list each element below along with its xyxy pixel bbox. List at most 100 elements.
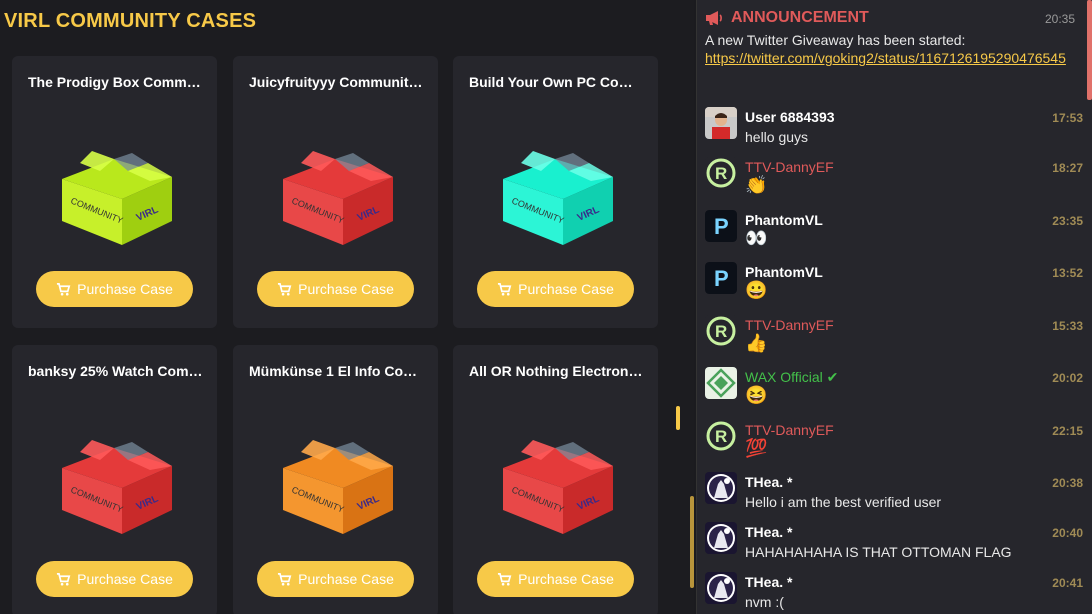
chat-message: THea. * 20:41 nvm :( <box>703 572 1083 614</box>
chat-username[interactable]: TTV-DannyEF <box>745 159 834 175</box>
case-title: Build Your Own PC Community Case <box>469 74 645 90</box>
chat-timestamp: 18:27 <box>1052 161 1083 175</box>
case-title: All OR Nothing Electronics Community Cas… <box>469 363 645 379</box>
avatar[interactable] <box>705 107 737 139</box>
cart-icon <box>277 572 292 587</box>
purchase-case-label: Purchase Case <box>298 571 394 587</box>
purchase-case-button[interactable]: Purchase Case <box>257 271 414 307</box>
purchase-case-label: Purchase Case <box>77 281 173 297</box>
chat-timestamp: 15:33 <box>1052 319 1083 333</box>
chat-message: THea. * 20:40 HAHAHAHAHA IS THAT OTTOMAN… <box>703 522 1083 570</box>
chat-message: R TTV-DannyEF 15:33 👍 <box>703 315 1083 363</box>
page-title: VIRL COMMUNITY CASES <box>4 10 257 32</box>
chat-timestamp: 17:53 <box>1052 111 1083 125</box>
chat-message: P PhantomVL 13:52 😀 <box>703 262 1083 310</box>
case-card[interactable]: banksy 25% Watch Community Case COMMUNIT… <box>12 345 217 614</box>
case-box-image: COMMUNITY VIRL <box>493 141 618 246</box>
case-card[interactable]: The Prodigy Box Community Case COMMUNITY… <box>12 56 217 328</box>
chat-text: HAHAHAHAHA IS THAT OTTOMAN FLAG <box>745 544 1012 560</box>
avatar[interactable]: P <box>705 210 737 242</box>
purchase-case-label: Purchase Case <box>77 571 173 587</box>
cart-icon <box>56 282 71 297</box>
avatar[interactable]: P <box>705 262 737 294</box>
announcement-link[interactable]: https://twitter.com/vgoking2/status/1167… <box>705 48 1085 68</box>
cart-icon <box>56 572 71 587</box>
chat-username[interactable]: TTV-DannyEF <box>745 317 834 333</box>
chat-username[interactable]: User 6884393 <box>745 109 835 125</box>
case-title: The Prodigy Box Community Case <box>28 74 204 90</box>
chat-username[interactable]: TTV-DannyEF <box>745 422 834 438</box>
chat-timestamp: 20:41 <box>1052 576 1083 590</box>
case-box-image: COMMUNITY VIRL <box>493 430 618 535</box>
avatar[interactable] <box>705 472 737 504</box>
chat-username[interactable]: THea. * <box>745 524 792 540</box>
case-title: Juicyfruityyy Community Case <box>249 74 425 90</box>
case-box-image: COMMUNITY VIRL <box>273 430 398 535</box>
page-scrollbar[interactable] <box>690 496 694 588</box>
chat-username[interactable]: WAX Official ✔ <box>745 369 838 386</box>
case-box-image: COMMUNITY VIRL <box>52 430 177 535</box>
purchase-case-button[interactable]: Purchase Case <box>477 271 634 307</box>
case-card[interactable]: Juicyfruityyy Community Case COMMUNITY V… <box>233 56 438 328</box>
chat-text: 👀 <box>745 228 768 248</box>
chat-username[interactable]: THea. * <box>745 574 792 590</box>
avatar[interactable]: R <box>705 315 737 347</box>
megaphone-icon <box>706 11 722 25</box>
chat-username[interactable]: PhantomVL <box>745 212 823 228</box>
chat-timestamp: 23:35 <box>1052 214 1083 228</box>
announcement-text: A new Twitter Giveaway has been started: <box>705 32 966 48</box>
purchase-case-button[interactable]: Purchase Case <box>36 561 193 597</box>
chat-text: 😀 <box>745 280 768 300</box>
avatar[interactable]: R <box>705 420 737 452</box>
avatar[interactable] <box>705 572 737 604</box>
announcement-time: 20:35 <box>1044 12 1075 26</box>
chat-text: 👍 <box>745 333 768 353</box>
avatar[interactable] <box>705 367 737 399</box>
purchase-case-button[interactable]: Purchase Case <box>477 561 634 597</box>
chat-timestamp: 20:02 <box>1052 371 1083 385</box>
cart-icon <box>497 282 512 297</box>
avatar[interactable] <box>705 522 737 554</box>
case-title: banksy 25% Watch Community Case <box>28 363 204 379</box>
chat-text: 😆 <box>745 385 768 405</box>
purchase-case-button[interactable]: Purchase Case <box>257 561 414 597</box>
chat-timestamp: 20:38 <box>1052 476 1083 490</box>
chat-username[interactable]: PhantomVL <box>745 264 823 280</box>
chat-message: R TTV-DannyEF 18:27 👏 <box>703 157 1083 205</box>
chat-panel: ANNOUNCEMENT 20:35 A new Twitter Giveawa… <box>696 0 1092 614</box>
svg-text:P: P <box>714 266 729 291</box>
chat-message: WAX Official ✔ 20:02 😆 <box>703 367 1083 415</box>
inner-scrollbar[interactable] <box>676 406 680 430</box>
case-box-image: COMMUNITY VIRL <box>52 141 177 246</box>
chat-scrollbar[interactable] <box>1087 0 1092 100</box>
avatar[interactable]: R <box>705 157 737 189</box>
chat-message: THea. * 20:38 Hello i am the best verifi… <box>703 472 1083 520</box>
chat-timestamp: 20:40 <box>1052 526 1083 540</box>
purchase-case-label: Purchase Case <box>298 281 394 297</box>
chat-text: 👏 <box>745 175 768 195</box>
case-card[interactable]: Build Your Own PC Community Case COMMUNI… <box>453 56 658 328</box>
cases-panel: VIRL COMMUNITY CASES The Prodigy Box Com… <box>0 0 694 614</box>
announcement-title: ANNOUNCEMENT <box>731 9 869 26</box>
svg-text:R: R <box>715 322 727 341</box>
chat-text: nvm :( <box>745 594 784 610</box>
chat-message: R TTV-DannyEF 22:15 💯 <box>703 420 1083 468</box>
cart-icon <box>277 282 292 297</box>
chat-message: User 6884393 17:53 hello guys <box>703 107 1083 155</box>
case-card[interactable]: All OR Nothing Electronics Community Cas… <box>453 345 658 614</box>
chat-text: hello guys <box>745 129 809 145</box>
app-root: VIRL COMMUNITY CASES The Prodigy Box Com… <box>0 0 1092 614</box>
chat-timestamp: 22:15 <box>1052 424 1083 438</box>
case-card[interactable]: Mümkünse 1 El Info Community Case COMMUN… <box>233 345 438 614</box>
chat-text: 💯 <box>745 438 768 458</box>
purchase-case-button[interactable]: Purchase Case <box>36 271 193 307</box>
case-title: Mümkünse 1 El Info Community Case <box>249 363 425 379</box>
case-box-image: COMMUNITY VIRL <box>273 141 398 246</box>
svg-text:R: R <box>715 427 727 446</box>
purchase-case-label: Purchase Case <box>518 571 614 587</box>
announcement: ANNOUNCEMENT 20:35 A new Twitter Giveawa… <box>697 0 1087 100</box>
cart-icon <box>497 572 512 587</box>
chat-timestamp: 13:52 <box>1052 266 1083 280</box>
chat-username[interactable]: THea. * <box>745 474 792 490</box>
svg-text:P: P <box>714 214 729 239</box>
